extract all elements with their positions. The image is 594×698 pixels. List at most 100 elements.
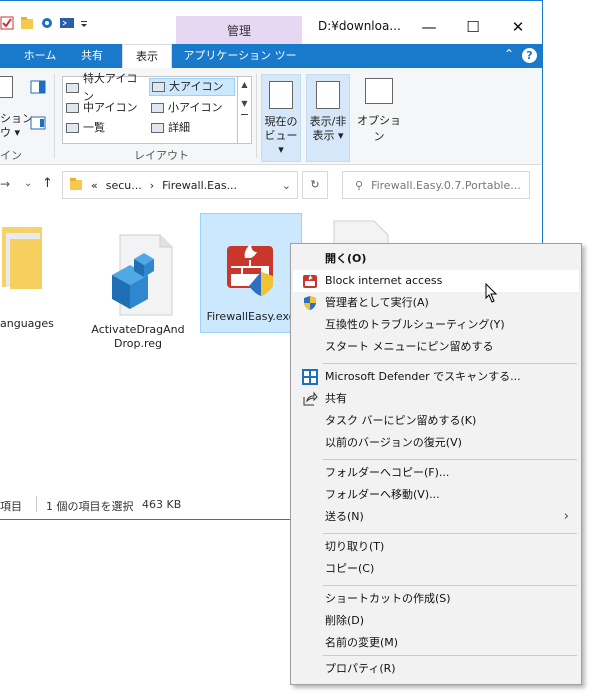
refresh-button[interactable]: ↻ [302,171,328,199]
status-size: 463 KB [142,498,182,511]
menu-item-send-to[interactable]: 送る(N) › [293,506,579,528]
status-item-count: 項目 [0,500,22,513]
layout-group-label: レイアウト [134,149,189,162]
recent-locations-icon[interactable]: ⌄ [24,178,32,189]
quick-access-toolbar [0,13,88,33]
menu-separator [323,655,577,656]
folder-icon [69,177,83,194]
properties-check-icon[interactable] [0,16,14,30]
terminal-icon[interactable] [60,16,74,30]
file-item-folder[interactable]: anguages [0,213,54,331]
breadcrumb-segment[interactable]: secu... [106,179,142,192]
file-item-exe-selected[interactable]: FirewallEasy.exe [200,213,302,333]
menu-item-pin-to-start[interactable]: スタート メニューにピン留めする [293,336,579,358]
ribbon-panel: ション ウ ▾ イン 特大アイコン 大アイコン 中アイコン 小アイコン 一覧 詳… [0,68,542,165]
layout-small-icons[interactable]: 小アイコン [151,99,235,117]
new-folder-icon[interactable] [20,16,34,30]
menu-item-create-shortcut[interactable]: ショートカットの作成(S) [293,588,579,610]
ribbon-tab-bar: ホーム 共有 表示 アプリケーション ツール ⌃ ? [0,44,542,86]
show-hide-button[interactable]: 表示/非 表示 ▾ [306,74,350,162]
layout-gallery: 特大アイコン 大アイコン 中アイコン 小アイコン 一覧 詳細 ▲ ▼ [62,72,252,144]
breadcrumb-separator[interactable]: › [150,179,154,192]
current-view-button[interactable]: 現在の ビュー ▾ [261,74,301,162]
menu-item-open[interactable]: 開く(O) [293,248,579,270]
preview-pane-icon[interactable] [30,80,46,97]
address-bar[interactable]: « secu... › Firewall.Eas... ⌄ [62,171,298,199]
panes-group-label: イン [0,149,22,162]
menu-item-cut[interactable]: 切り取り(T) [293,536,579,558]
menu-item-delete[interactable]: 削除(D) [293,610,579,632]
navigation-pane-icon[interactable] [0,76,13,98]
up-arrow-icon[interactable]: ↑ [42,176,53,191]
menu-separator [323,363,577,364]
menu-item-share[interactable]: 共有 [293,388,579,410]
gear-icon[interactable] [40,16,54,30]
uac-shield-icon [302,295,318,311]
tab-view[interactable]: 表示 [122,44,172,69]
options-button[interactable]: オプション [354,74,404,143]
details-pane-icon[interactable] [30,116,46,133]
registry-icon [112,234,173,316]
small-icons-icon [151,103,164,113]
search-icon: ⚲ [355,178,364,192]
ribbon-divider [54,74,55,158]
search-box[interactable]: ⚲ Firewall.Easy.0.7.Portable... [342,171,530,199]
tab-share[interactable]: 共有 [70,44,114,68]
layout-extra-large-icons[interactable]: 特大アイコン [66,72,148,103]
layout-large-icons[interactable]: 大アイコン [149,78,235,96]
details-icon [151,123,164,133]
firewall-easy-icon [302,273,318,289]
menu-item-copy[interactable]: コピー(C) [293,558,579,580]
address-dropdown-icon[interactable]: ⌄ [282,179,291,192]
ribbon-divider [256,74,257,158]
menu-separator [323,585,577,586]
forward-arrow-icon[interactable]: → [0,177,10,191]
menu-separator [323,459,577,460]
menu-item-rename[interactable]: 名前の変更(M) [293,632,579,654]
context-tab-manage[interactable]: 管理 [176,16,302,44]
tab-home[interactable]: ホーム [18,44,62,68]
menu-item-properties[interactable]: プロパティ(R) [293,658,579,680]
medium-icons-icon [66,103,79,113]
menu-item-run-as-admin[interactable]: 管理者として実行(A) [293,292,579,314]
title-bar: 管理 D:¥downloa... — ☐ ✕ [0,1,542,44]
menu-item-defender-scan[interactable]: Microsoft Defender でスキャンする... [293,366,579,388]
menu-item-copy-to-folder[interactable]: フォルダーへコピー(F)... [293,462,579,484]
navigation-bar: → ⌄ ↑ « secu... › Firewall.Eas... ⌄ ↻ ⚲ … [0,171,542,201]
tab-application-tools[interactable]: アプリケーション ツール [180,44,300,86]
show-hide-icon [316,81,340,109]
menu-separator [323,533,577,534]
layout-gallery-scroll[interactable]: ▲ ▼ [237,77,251,143]
menu-item-restore-previous[interactable]: 以前のバージョンの復元(V) [293,432,579,454]
layout-list[interactable]: 一覧 [66,119,148,137]
layout-details[interactable]: 詳細 [151,119,235,137]
file-item-reg[interactable]: ActivateDragAnd Drop.reg [90,217,186,365]
folder-icon [2,227,42,289]
status-divider [36,496,37,512]
layout-medium-icons[interactable]: 中アイコン [66,99,148,117]
menu-item-move-to-folder[interactable]: フォルダーへ移動(V)... [293,484,579,506]
extra-large-icons-icon [66,83,79,93]
breadcrumb-overflow[interactable]: « [91,179,98,192]
file-tab-partial[interactable] [0,44,10,68]
list-icon [66,123,79,133]
collapse-ribbon-icon[interactable]: ⌃ [504,47,514,61]
menu-item-troubleshoot-compat[interactable]: 互換性のトラブルシューティング(Y) [293,314,579,336]
mouse-cursor-icon [485,282,499,303]
maximize-button[interactable]: ☐ [451,11,495,43]
minimize-button[interactable]: — [407,11,451,43]
menu-item-pin-to-taskbar[interactable]: タスク バーにピン留めする(K) [293,410,579,432]
status-selection: 1 個の項目を選択 [46,500,134,513]
current-view-icon [269,81,293,109]
help-button[interactable]: ? [522,48,537,63]
defender-shield-icon [302,369,318,385]
window-title: D:¥downloa... [318,19,401,33]
navigation-pane-label-2[interactable]: ウ ▾ [0,124,20,140]
menu-item-block-internet[interactable]: Block internet access [293,270,579,292]
options-icon [365,78,393,104]
context-menu: 開く(O) Block internet access 管理者として実行(A) … [290,243,582,685]
breadcrumb-segment[interactable]: Firewall.Eas... [162,179,237,192]
submenu-arrow-icon: › [563,509,569,524]
qat-dropdown-icon[interactable] [80,16,88,30]
close-button[interactable]: ✕ [496,11,540,43]
